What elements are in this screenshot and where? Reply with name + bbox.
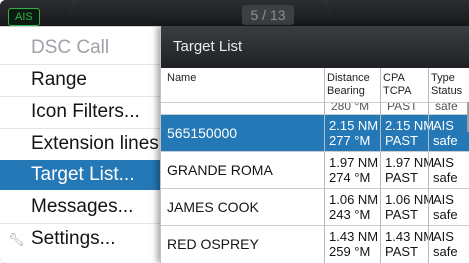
tcpa-cell: PAST xyxy=(385,207,418,222)
column-header-label: CPA xyxy=(383,72,405,84)
column-header-cpa[interactable]: CPA TCPA xyxy=(383,68,425,102)
type-cell: AIS xyxy=(433,118,454,133)
column-header-type[interactable]: Type Status xyxy=(431,68,469,102)
table-row[interactable]: RED OSPREY 1.43 NM 259 °M 1.43 NM PAST A… xyxy=(161,225,469,263)
menu-item-messages[interactable]: Messages... xyxy=(0,192,168,222)
menu-item-label: Range xyxy=(31,69,87,90)
column-header-label: Name xyxy=(167,72,197,84)
menu-item-label: Settings... xyxy=(31,228,116,249)
name-cell: 565150000 xyxy=(167,125,238,141)
page-counter: 5 / 13 xyxy=(242,5,294,25)
table-row[interactable]: JAMES COOK 1.06 NM 243 °M 1.06 NM PAST A… xyxy=(161,188,469,226)
type-cell: AIS xyxy=(433,192,454,207)
menu-item-extension-lines[interactable]: Extension lines... xyxy=(0,129,175,159)
bearing-cell: 274 °M xyxy=(329,170,371,185)
column-header-label: Type xyxy=(431,72,455,84)
bearing-cell: 280 °M xyxy=(331,102,370,113)
column-header-label: Distance xyxy=(327,72,370,84)
distance-cell: 1.97 NM xyxy=(329,155,379,170)
name-cell: JAMES COOK xyxy=(167,199,259,215)
column-divider xyxy=(428,68,429,263)
column-header-label: Bearing xyxy=(327,85,365,97)
tcpa-cell: PAST xyxy=(385,133,418,148)
panel-header: Target List xyxy=(161,26,469,68)
cpa-cell: 1.43 NM xyxy=(385,229,435,244)
context-menu: DSC Call Range Icon Filters... Extension… xyxy=(0,26,175,263)
name-cell: GRANDE ROMA xyxy=(167,162,273,178)
status-cell: safe xyxy=(433,207,458,222)
menu-item-label: Target List... xyxy=(31,164,135,185)
status-cell: safe xyxy=(433,244,458,259)
bearing-cell: 259 °M xyxy=(329,244,371,259)
cpa-cell: 1.97 NM xyxy=(385,155,435,170)
status-cell: safe xyxy=(435,102,458,113)
column-header-distance[interactable]: Distance Bearing xyxy=(327,68,379,102)
type-cell: AIS xyxy=(433,229,454,244)
tcpa-cell: PAST xyxy=(385,244,418,259)
chart-window: AIS 5 / 13 DSC Call Range Icon Filters..… xyxy=(0,0,469,263)
menu-item-label: Messages... xyxy=(31,196,134,217)
tcpa-cell: PAST xyxy=(387,102,418,113)
status-cell: safe xyxy=(433,133,458,148)
status-cell: safe xyxy=(433,170,458,185)
table-row[interactable]: GRANDE ROMA 1.97 NM 274 °M 1.97 NM PAST … xyxy=(161,151,469,189)
cpa-cell: 2.15 NM xyxy=(385,118,435,133)
column-divider xyxy=(324,68,325,263)
menu-item-label: DSC Call xyxy=(31,37,110,58)
tcpa-cell: PAST xyxy=(385,170,418,185)
menu-item-dsc-call: DSC Call xyxy=(0,33,168,63)
column-header-name[interactable]: Name xyxy=(167,68,317,102)
name-cell: RED OSPREY xyxy=(167,236,259,252)
table-row[interactable]: 565150000 2.15 NM 277 °M 2.15 NM PAST AI… xyxy=(161,114,469,152)
target-list-panel: Target List Name Distance Bearing CPA TC… xyxy=(160,26,469,263)
column-header-label: TCPA xyxy=(383,85,412,97)
type-cell: AIS xyxy=(433,155,454,170)
cpa-cell: 1.06 NM xyxy=(385,192,435,207)
bearing-cell: 243 °M xyxy=(329,207,371,222)
panel-title: Target List xyxy=(173,38,243,55)
distance-cell: 2.15 NM xyxy=(329,118,379,133)
ais-status-badge[interactable]: AIS xyxy=(8,8,40,26)
menu-item-settings[interactable]: 🔧︎ Settings... xyxy=(0,224,168,254)
menu-item-icon-filters[interactable]: Icon Filters... xyxy=(0,97,168,127)
distance-cell: 1.06 NM xyxy=(329,192,379,207)
menu-item-range[interactable]: Range xyxy=(0,65,168,95)
column-divider xyxy=(380,68,381,263)
column-header-label: Status xyxy=(431,85,463,97)
menu-item-label: Extension lines... xyxy=(31,133,175,154)
bearing-cell: 277 °M xyxy=(329,133,371,148)
wrench-icon: 🔧︎ xyxy=(8,232,25,247)
menu-item-label: Icon Filters... xyxy=(31,101,140,122)
menu-item-target-list[interactable]: Target List... xyxy=(0,160,168,190)
distance-cell: 1.43 NM xyxy=(329,229,379,244)
